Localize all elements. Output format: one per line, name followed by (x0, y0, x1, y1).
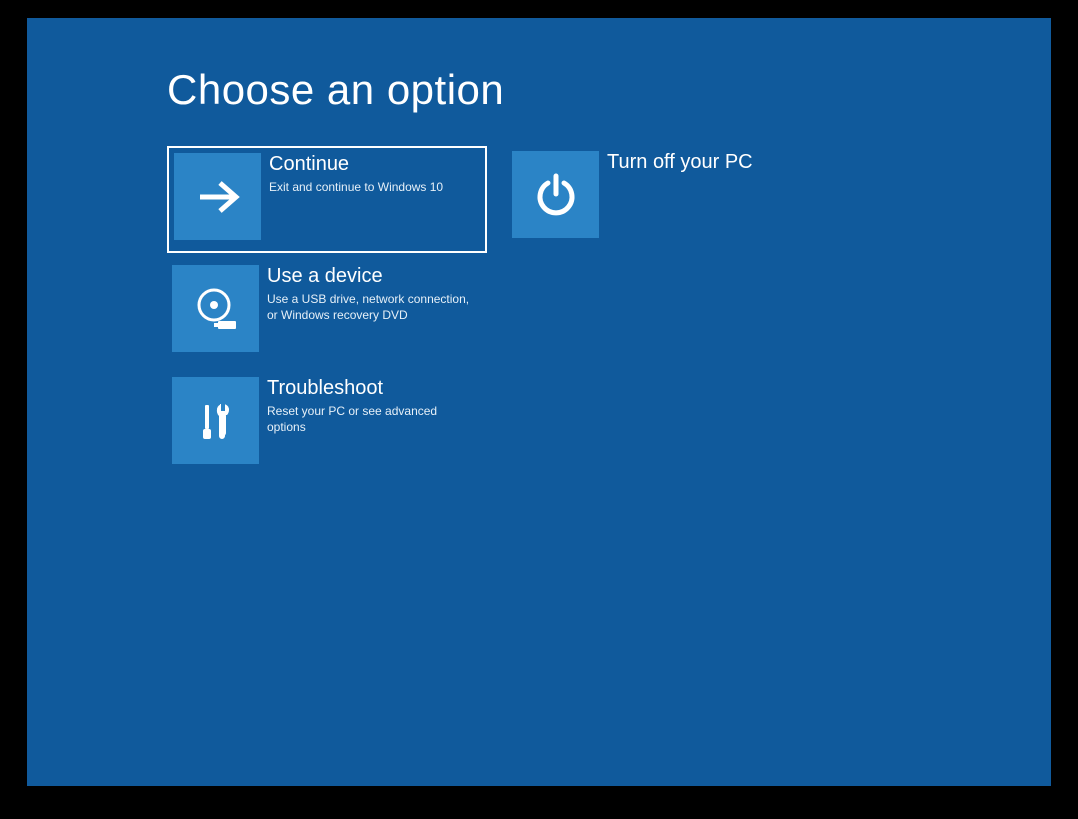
option-use-device-text: Use a device Use a USB drive, network co… (267, 263, 477, 323)
disc-usb-icon (172, 265, 259, 352)
option-troubleshoot-desc: Reset your PC or see advanced options (267, 403, 477, 435)
option-turn-off-title: Turn off your PC (607, 149, 817, 175)
option-troubleshoot-text: Troubleshoot Reset your PC or see advanc… (267, 375, 477, 435)
options-column-right: Turn off your PC (507, 146, 847, 258)
option-continue[interactable]: Continue Exit and continue to Windows 10 (167, 146, 487, 253)
options-column-left: Continue Exit and continue to Windows 10 (167, 146, 507, 484)
option-turn-off[interactable]: Turn off your PC (507, 146, 827, 251)
recovery-screen: Choose an option Continue Exit and conti… (27, 18, 1051, 786)
option-use-device-desc: Use a USB drive, network connection, or … (267, 291, 477, 323)
option-use-device[interactable]: Use a device Use a USB drive, network co… (167, 260, 487, 365)
page-title: Choose an option (167, 66, 504, 114)
tools-icon (172, 377, 259, 464)
option-continue-desc: Exit and continue to Windows 10 (269, 179, 479, 195)
power-icon (512, 151, 599, 238)
option-turn-off-text: Turn off your PC (607, 149, 817, 175)
option-troubleshoot-title: Troubleshoot (267, 375, 477, 401)
option-troubleshoot[interactable]: Troubleshoot Reset your PC or see advanc… (167, 372, 487, 477)
arrow-right-icon (174, 153, 261, 240)
option-continue-text: Continue Exit and continue to Windows 10 (269, 151, 479, 195)
option-continue-title: Continue (269, 151, 479, 177)
options-grid: Continue Exit and continue to Windows 10 (167, 146, 927, 484)
option-use-device-title: Use a device (267, 263, 477, 289)
